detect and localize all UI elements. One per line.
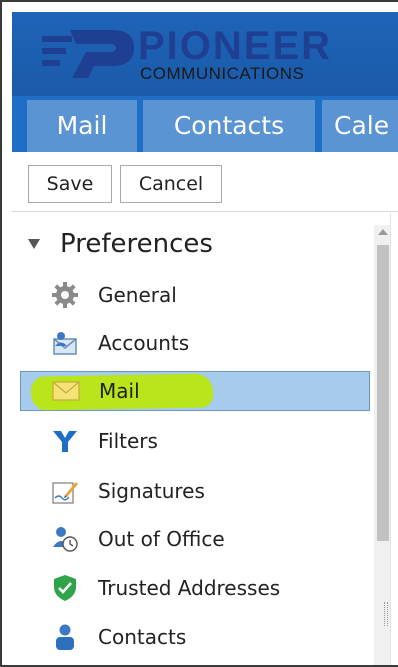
sidebar-item-label: Accounts [98,331,190,355]
envelope-icon [51,376,81,406]
accounts-icon [50,328,80,358]
sidebar-item-trusted-addresses[interactable]: Trusted Addresses [20,568,370,608]
preferences-tree-header[interactable]: Preferences [28,227,213,261]
tab-mail[interactable]: Mail [27,100,137,152]
sidebar-item-contacts[interactable]: Contacts [20,617,370,657]
content-pane-edge [390,213,398,665]
sidebar-item-label: Out of Office [98,527,225,551]
pioneer-p-logo-icon [42,30,134,78]
pioneer-logo: PIONEER COMMUNICATIONS [42,24,372,88]
preferences-sidebar: Preferences General Accounts Mail Filter… [12,213,392,665]
out-of-office-icon [50,524,80,554]
brand-subtitle: COMMUNICATIONS [140,64,305,83]
preferences-title: Preferences [60,229,213,259]
sidebar-item-label: Mail [99,379,140,403]
pane-resize-grip-icon[interactable] [384,602,388,626]
sidebar-item-label: Signatures [98,479,205,503]
shield-check-icon [50,573,80,603]
filter-icon [50,426,80,456]
collapse-triangle-icon[interactable] [28,239,40,249]
sidebar-item-general[interactable]: General [20,275,370,315]
toolbar: Save Cancel [12,152,398,212]
sidebar-item-accounts[interactable]: Accounts [20,323,370,363]
gear-icon [50,280,80,310]
sidebar-item-label: Filters [98,429,158,453]
sidebar-item-mail[interactable]: Mail [20,371,370,411]
header-banner: PIONEER COMMUNICATIONS [12,12,398,96]
app-tab-bar: Mail Contacts Cale [12,96,398,152]
tab-calendar[interactable]: Cale [322,100,398,152]
app-frame: PIONEER COMMUNICATIONS Mail Contacts Cal… [0,0,398,667]
brand-title: PIONEER [138,24,333,68]
scrollbar-thumb[interactable] [377,245,389,541]
save-button[interactable]: Save [28,165,112,203]
cancel-button[interactable]: Cancel [120,165,222,203]
person-icon [50,622,80,652]
sidebar-item-out-of-office[interactable]: Out of Office [20,519,370,559]
sidebar-item-signatures[interactable]: Signatures [20,471,370,511]
tab-contacts[interactable]: Contacts [143,100,315,152]
scroll-up-arrow-icon[interactable] [378,229,388,235]
sidebar-item-label: Trusted Addresses [98,576,281,600]
sidebar-item-label: Contacts [98,625,187,649]
sidebar-item-label: General [98,283,177,307]
signature-icon [50,476,80,506]
sidebar-item-filters[interactable]: Filters [20,421,370,461]
